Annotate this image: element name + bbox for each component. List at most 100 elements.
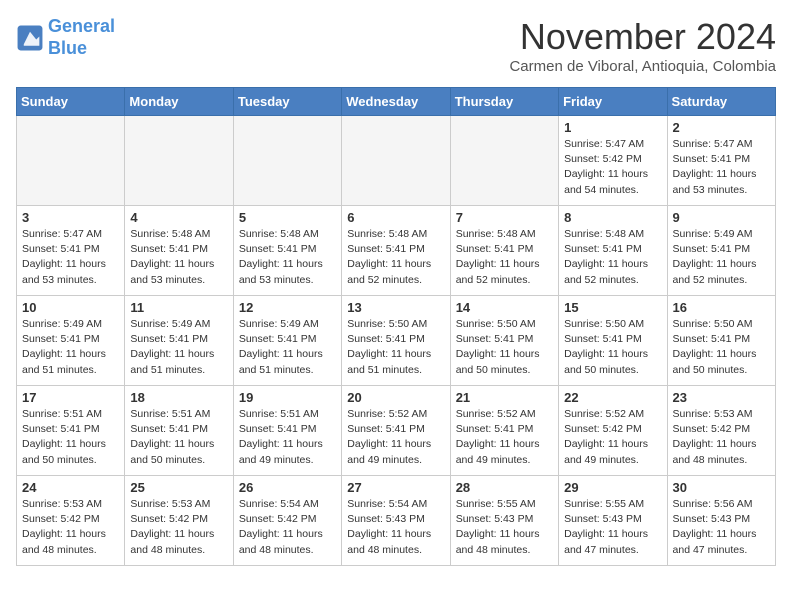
day-number: 4: [130, 210, 227, 225]
day-number: 26: [239, 480, 336, 495]
day-info: Sunrise: 5:53 AM Sunset: 5:42 PM Dayligh…: [673, 407, 770, 468]
day-cell: 1Sunrise: 5:47 AM Sunset: 5:42 PM Daylig…: [559, 116, 667, 206]
day-number: 30: [673, 480, 770, 495]
day-cell: 17 Sunrise: 5:51 AM Sunset: 5:41 PM Dayli…: [17, 386, 125, 476]
logo-icon: [16, 24, 44, 52]
week-row-2: 3 Sunrise: 5:47 AM Sunset: 5:41 PM Daylig…: [17, 206, 776, 296]
day-cell: [342, 116, 450, 206]
day-number: 22: [564, 390, 661, 405]
day-cell: [125, 116, 233, 206]
day-cell: 20 Sunrise: 5:52 AM Sunset: 5:41 PM Dayli…: [342, 386, 450, 476]
weekday-header-sunday: Sunday: [17, 88, 125, 116]
weekday-header-friday: Friday: [559, 88, 667, 116]
day-number: 19: [239, 390, 336, 405]
day-cell: 21 Sunrise: 5:52 AM Sunset: 5:41 PM Dayli…: [450, 386, 558, 476]
day-cell: 22 Sunrise: 5:52 AM Sunset: 5:42 PM Dayli…: [559, 386, 667, 476]
day-info: Sunrise: 5:50 AM Sunset: 5:41 PM Dayligh…: [456, 317, 553, 378]
day-info: Sunrise: 5:48 AM Sunset: 5:41 PM Dayligh…: [130, 227, 227, 288]
day-cell: 23 Sunrise: 5:53 AM Sunset: 5:42 PM Dayli…: [667, 386, 775, 476]
day-number: 6: [347, 210, 444, 225]
day-number: 21: [456, 390, 553, 405]
day-number: 25: [130, 480, 227, 495]
day-number: 3: [22, 210, 119, 225]
day-number: 17: [22, 390, 119, 405]
day-info: Sunrise: 5:48 AM Sunset: 5:41 PM Dayligh…: [347, 227, 444, 288]
day-info: Sunrise: 5:52 AM Sunset: 5:41 PM Dayligh…: [456, 407, 553, 468]
day-cell: 5Sunrise: 5:48 AM Sunset: 5:41 PM Daylig…: [233, 206, 341, 296]
day-cell: 2 Sunrise: 5:47 AM Sunset: 5:41 PM Daylig…: [667, 116, 775, 206]
day-info: Sunrise: 5:48 AM Sunset: 5:41 PM Dayligh…: [456, 227, 553, 288]
calendar-table: SundayMondayTuesdayWednesdayThursdayFrid…: [16, 87, 776, 566]
day-info: Sunrise: 5:53 AM Sunset: 5:42 PM Dayligh…: [22, 497, 119, 558]
day-info: Sunrise: 5:50 AM Sunset: 5:41 PM Dayligh…: [673, 317, 770, 378]
location-title: Carmen de Viboral, Antioquia, Colombia: [509, 58, 776, 75]
day-info: Sunrise: 5:49 AM Sunset: 5:41 PM Dayligh…: [130, 317, 227, 378]
day-cell: [233, 116, 341, 206]
day-info: Sunrise: 5:50 AM Sunset: 5:41 PM Dayligh…: [564, 317, 661, 378]
day-number: 9: [673, 210, 770, 225]
day-info: Sunrise: 5:49 AM Sunset: 5:41 PM Dayligh…: [673, 227, 770, 288]
day-info: Sunrise: 5:49 AM Sunset: 5:41 PM Dayligh…: [22, 317, 119, 378]
day-info: Sunrise: 5:48 AM Sunset: 5:41 PM Dayligh…: [564, 227, 661, 288]
day-info: Sunrise: 5:49 AM Sunset: 5:41 PM Dayligh…: [239, 317, 336, 378]
day-number: 11: [130, 300, 227, 315]
day-cell: 13 Sunrise: 5:50 AM Sunset: 5:41 PM Dayli…: [342, 296, 450, 386]
day-number: 18: [130, 390, 227, 405]
day-cell: 18 Sunrise: 5:51 AM Sunset: 5:41 PM Dayli…: [125, 386, 233, 476]
day-cell: 8 Sunrise: 5:48 AM Sunset: 5:41 PM Daylig…: [559, 206, 667, 296]
day-number: 2: [673, 120, 770, 135]
day-info: Sunrise: 5:51 AM Sunset: 5:41 PM Dayligh…: [22, 407, 119, 468]
day-info: Sunrise: 5:55 AM Sunset: 5:43 PM Dayligh…: [456, 497, 553, 558]
week-row-3: 10 Sunrise: 5:49 AM Sunset: 5:41 PM Dayli…: [17, 296, 776, 386]
day-cell: 7 Sunrise: 5:48 AM Sunset: 5:41 PM Daylig…: [450, 206, 558, 296]
weekday-header-wednesday: Wednesday: [342, 88, 450, 116]
day-cell: 10 Sunrise: 5:49 AM Sunset: 5:41 PM Dayli…: [17, 296, 125, 386]
page-header: General Blue November 2024 Carmen de Vib…: [16, 16, 776, 75]
day-cell: 16 Sunrise: 5:50 AM Sunset: 5:41 PM Dayli…: [667, 296, 775, 386]
day-cell: 30Sunrise: 5:56 AM Sunset: 5:43 PM Dayli…: [667, 476, 775, 566]
day-cell: 12Sunrise: 5:49 AM Sunset: 5:41 PM Dayli…: [233, 296, 341, 386]
weekday-header-thursday: Thursday: [450, 88, 558, 116]
day-cell: [17, 116, 125, 206]
day-info: Sunrise: 5:54 AM Sunset: 5:42 PM Dayligh…: [239, 497, 336, 558]
day-number: 20: [347, 390, 444, 405]
day-cell: 19 Sunrise: 5:51 AM Sunset: 5:41 PM Dayli…: [233, 386, 341, 476]
day-number: 28: [456, 480, 553, 495]
day-number: 13: [347, 300, 444, 315]
month-title: November 2024: [509, 16, 776, 58]
day-number: 14: [456, 300, 553, 315]
day-number: 27: [347, 480, 444, 495]
day-cell: 9 Sunrise: 5:49 AM Sunset: 5:41 PM Daylig…: [667, 206, 775, 296]
day-info: Sunrise: 5:52 AM Sunset: 5:41 PM Dayligh…: [347, 407, 444, 468]
day-info: Sunrise: 5:50 AM Sunset: 5:41 PM Dayligh…: [347, 317, 444, 378]
day-info: Sunrise: 5:54 AM Sunset: 5:43 PM Dayligh…: [347, 497, 444, 558]
day-info: Sunrise: 5:47 AM Sunset: 5:42 PM Dayligh…: [564, 137, 661, 198]
logo-text: General Blue: [48, 16, 115, 59]
day-cell: 11 Sunrise: 5:49 AM Sunset: 5:41 PM Dayli…: [125, 296, 233, 386]
day-cell: 27 Sunrise: 5:54 AM Sunset: 5:43 PM Dayli…: [342, 476, 450, 566]
logo-line1: General: [48, 16, 115, 36]
day-info: Sunrise: 5:51 AM Sunset: 5:41 PM Dayligh…: [239, 407, 336, 468]
logo: General Blue: [16, 16, 115, 59]
weekday-header-tuesday: Tuesday: [233, 88, 341, 116]
day-number: 23: [673, 390, 770, 405]
day-number: 10: [22, 300, 119, 315]
day-info: Sunrise: 5:52 AM Sunset: 5:42 PM Dayligh…: [564, 407, 661, 468]
day-cell: 6 Sunrise: 5:48 AM Sunset: 5:41 PM Daylig…: [342, 206, 450, 296]
day-cell: 3 Sunrise: 5:47 AM Sunset: 5:41 PM Daylig…: [17, 206, 125, 296]
day-cell: 14 Sunrise: 5:50 AM Sunset: 5:41 PM Dayli…: [450, 296, 558, 386]
day-info: Sunrise: 5:51 AM Sunset: 5:41 PM Dayligh…: [130, 407, 227, 468]
day-number: 7: [456, 210, 553, 225]
day-info: Sunrise: 5:47 AM Sunset: 5:41 PM Dayligh…: [673, 137, 770, 198]
day-cell: 25Sunrise: 5:53 AM Sunset: 5:42 PM Dayli…: [125, 476, 233, 566]
week-row-1: 1Sunrise: 5:47 AM Sunset: 5:42 PM Daylig…: [17, 116, 776, 206]
week-row-5: 24Sunrise: 5:53 AM Sunset: 5:42 PM Dayli…: [17, 476, 776, 566]
day-info: Sunrise: 5:55 AM Sunset: 5:43 PM Dayligh…: [564, 497, 661, 558]
day-cell: 15Sunrise: 5:50 AM Sunset: 5:41 PM Dayli…: [559, 296, 667, 386]
day-number: 8: [564, 210, 661, 225]
weekday-header-saturday: Saturday: [667, 88, 775, 116]
day-cell: 28 Sunrise: 5:55 AM Sunset: 5:43 PM Dayli…: [450, 476, 558, 566]
day-info: Sunrise: 5:48 AM Sunset: 5:41 PM Dayligh…: [239, 227, 336, 288]
day-info: Sunrise: 5:47 AM Sunset: 5:41 PM Dayligh…: [22, 227, 119, 288]
day-number: 16: [673, 300, 770, 315]
